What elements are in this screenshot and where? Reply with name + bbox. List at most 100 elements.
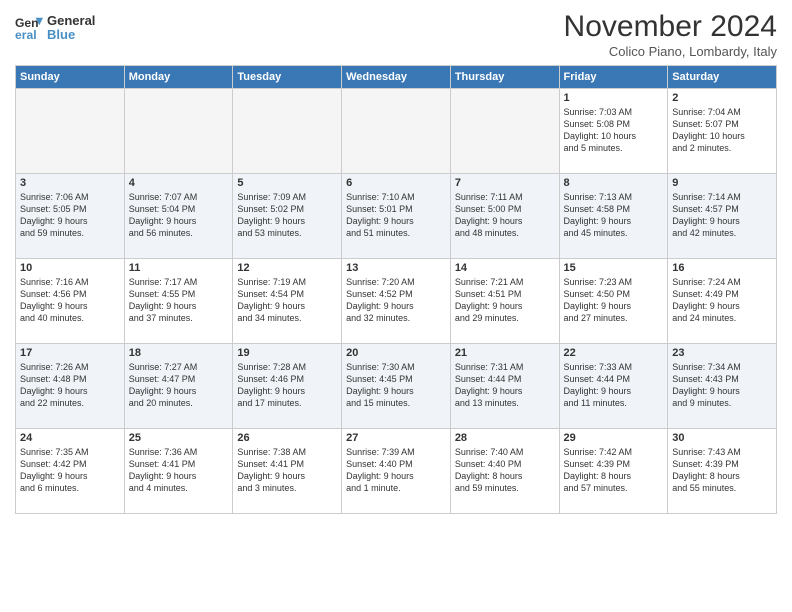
calendar-cell: 4 Sunrise: 7:07 AM Sunset: 5:04 PM Daylig…	[124, 174, 233, 259]
day-number: 20	[346, 347, 446, 359]
calendar-cell: 30 Sunrise: 7:43 AM Sunset: 4:39 PM Dayli…	[668, 429, 777, 514]
calendar-cell: 12 Sunrise: 7:19 AM Sunset: 4:54 PM Dayli…	[233, 259, 342, 344]
day-info: Sunrise: 7:07 AM Sunset: 5:04 PM Dayligh…	[129, 191, 229, 240]
calendar-table: SundayMondayTuesdayWednesdayThursdayFrid…	[15, 65, 777, 514]
day-info: Sunrise: 7:40 AM Sunset: 4:40 PM Dayligh…	[455, 446, 555, 495]
day-number: 7	[455, 177, 555, 189]
day-number: 18	[129, 347, 229, 359]
day-number: 12	[237, 262, 337, 274]
header-friday: Friday	[559, 66, 668, 89]
calendar-cell: 26 Sunrise: 7:38 AM Sunset: 4:41 PM Dayli…	[233, 429, 342, 514]
header-saturday: Saturday	[668, 66, 777, 89]
day-info: Sunrise: 7:30 AM Sunset: 4:45 PM Dayligh…	[346, 361, 446, 410]
day-info: Sunrise: 7:31 AM Sunset: 4:44 PM Dayligh…	[455, 361, 555, 410]
calendar-cell: 19 Sunrise: 7:28 AM Sunset: 4:46 PM Dayli…	[233, 344, 342, 429]
day-info: Sunrise: 7:43 AM Sunset: 4:39 PM Dayligh…	[672, 446, 772, 495]
calendar-cell: 9Sunrise: 7:14 AM Sunset: 4:57 PM Daylig…	[668, 174, 777, 259]
week-row-1: 3 Sunrise: 7:06 AM Sunset: 5:05 PM Daylig…	[16, 174, 777, 259]
calendar-cell: 2 Sunrise: 7:04 AM Sunset: 5:07 PM Daylig…	[668, 89, 777, 174]
day-info: Sunrise: 7:28 AM Sunset: 4:46 PM Dayligh…	[237, 361, 337, 410]
header-row-days: SundayMondayTuesdayWednesdayThursdayFrid…	[16, 66, 777, 89]
calendar-cell: 24Sunrise: 7:35 AM Sunset: 4:42 PM Dayli…	[16, 429, 125, 514]
day-number: 16	[672, 262, 772, 274]
calendar-cell: 21 Sunrise: 7:31 AM Sunset: 4:44 PM Dayli…	[450, 344, 559, 429]
week-row-4: 24Sunrise: 7:35 AM Sunset: 4:42 PM Dayli…	[16, 429, 777, 514]
calendar-cell: 20 Sunrise: 7:30 AM Sunset: 4:45 PM Dayli…	[342, 344, 451, 429]
calendar-cell: 3 Sunrise: 7:06 AM Sunset: 5:05 PM Daylig…	[16, 174, 125, 259]
day-info: Sunrise: 7:11 AM Sunset: 5:00 PM Dayligh…	[455, 191, 555, 240]
day-info: Sunrise: 7:20 AM Sunset: 4:52 PM Dayligh…	[346, 276, 446, 325]
day-info: Sunrise: 7:09 AM Sunset: 5:02 PM Dayligh…	[237, 191, 337, 240]
day-number: 14	[455, 262, 555, 274]
day-number: 27	[346, 432, 446, 444]
day-info: Sunrise: 7:39 AM Sunset: 4:40 PM Dayligh…	[346, 446, 446, 495]
week-row-2: 10 Sunrise: 7:16 AM Sunset: 4:56 PM Dayli…	[16, 259, 777, 344]
day-number: 5	[237, 177, 337, 189]
day-number: 6	[346, 177, 446, 189]
day-info: Sunrise: 7:16 AM Sunset: 4:56 PM Dayligh…	[20, 276, 120, 325]
day-info: Sunrise: 7:17 AM Sunset: 4:55 PM Dayligh…	[129, 276, 229, 325]
day-number: 19	[237, 347, 337, 359]
calendar-cell	[16, 89, 125, 174]
day-number: 8	[564, 177, 664, 189]
header-thursday: Thursday	[450, 66, 559, 89]
calendar-cell: 7 Sunrise: 7:11 AM Sunset: 5:00 PM Daylig…	[450, 174, 559, 259]
day-number: 17	[20, 347, 120, 359]
day-number: 15	[564, 262, 664, 274]
calendar-cell: 8 Sunrise: 7:13 AM Sunset: 4:58 PM Daylig…	[559, 174, 668, 259]
day-number: 4	[129, 177, 229, 189]
calendar-cell: 5 Sunrise: 7:09 AM Sunset: 5:02 PM Daylig…	[233, 174, 342, 259]
day-number: 2	[672, 92, 772, 104]
day-info: Sunrise: 7:13 AM Sunset: 4:58 PM Dayligh…	[564, 191, 664, 240]
day-number: 29	[564, 432, 664, 444]
day-info: Sunrise: 7:36 AM Sunset: 4:41 PM Dayligh…	[129, 446, 229, 495]
week-row-0: 1Sunrise: 7:03 AM Sunset: 5:08 PM Daylig…	[16, 89, 777, 174]
calendar-cell: 17 Sunrise: 7:26 AM Sunset: 4:48 PM Dayli…	[16, 344, 125, 429]
calendar-cell: 22 Sunrise: 7:33 AM Sunset: 4:44 PM Dayli…	[559, 344, 668, 429]
subtitle: Colico Piano, Lombardy, Italy	[564, 44, 777, 59]
calendar-cell: 11 Sunrise: 7:17 AM Sunset: 4:55 PM Dayli…	[124, 259, 233, 344]
day-info: Sunrise: 7:03 AM Sunset: 5:08 PM Dayligh…	[564, 106, 664, 155]
logo-text: General Blue	[47, 14, 95, 43]
day-number: 30	[672, 432, 772, 444]
day-number: 10	[20, 262, 120, 274]
day-number: 25	[129, 432, 229, 444]
day-info: Sunrise: 7:34 AM Sunset: 4:43 PM Dayligh…	[672, 361, 772, 410]
calendar-cell: 13 Sunrise: 7:20 AM Sunset: 4:52 PM Dayli…	[342, 259, 451, 344]
day-number: 21	[455, 347, 555, 359]
title-block: November 2024 Colico Piano, Lombardy, It…	[564, 10, 777, 59]
calendar-cell	[124, 89, 233, 174]
day-info: Sunrise: 7:38 AM Sunset: 4:41 PM Dayligh…	[237, 446, 337, 495]
day-info: Sunrise: 7:26 AM Sunset: 4:48 PM Dayligh…	[20, 361, 120, 410]
week-row-3: 17 Sunrise: 7:26 AM Sunset: 4:48 PM Dayli…	[16, 344, 777, 429]
day-info: Sunrise: 7:33 AM Sunset: 4:44 PM Dayligh…	[564, 361, 664, 410]
header-tuesday: Tuesday	[233, 66, 342, 89]
day-info: Sunrise: 7:04 AM Sunset: 5:07 PM Dayligh…	[672, 106, 772, 155]
calendar-cell: 10 Sunrise: 7:16 AM Sunset: 4:56 PM Dayli…	[16, 259, 125, 344]
header-monday: Monday	[124, 66, 233, 89]
calendar-cell: 16Sunrise: 7:24 AM Sunset: 4:49 PM Dayli…	[668, 259, 777, 344]
day-number: 11	[129, 262, 229, 274]
logo-icon: Gen eral	[15, 14, 43, 42]
day-info: Sunrise: 7:27 AM Sunset: 4:47 PM Dayligh…	[129, 361, 229, 410]
month-title: November 2024	[564, 10, 777, 44]
day-number: 22	[564, 347, 664, 359]
day-number: 24	[20, 432, 120, 444]
day-number: 3	[20, 177, 120, 189]
day-info: Sunrise: 7:19 AM Sunset: 4:54 PM Dayligh…	[237, 276, 337, 325]
calendar-cell: 15Sunrise: 7:23 AM Sunset: 4:50 PM Dayli…	[559, 259, 668, 344]
day-info: Sunrise: 7:10 AM Sunset: 5:01 PM Dayligh…	[346, 191, 446, 240]
day-number: 23	[672, 347, 772, 359]
header-row: Gen eral General Blue November 2024 Coli…	[15, 10, 777, 59]
logo: Gen eral General Blue	[15, 14, 95, 43]
header-wednesday: Wednesday	[342, 66, 451, 89]
day-info: Sunrise: 7:06 AM Sunset: 5:05 PM Dayligh…	[20, 191, 120, 240]
calendar-cell: 29Sunrise: 7:42 AM Sunset: 4:39 PM Dayli…	[559, 429, 668, 514]
day-number: 26	[237, 432, 337, 444]
day-number: 13	[346, 262, 446, 274]
day-number: 9	[672, 177, 772, 189]
calendar-cell: 27 Sunrise: 7:39 AM Sunset: 4:40 PM Dayli…	[342, 429, 451, 514]
svg-text:eral: eral	[15, 28, 37, 42]
calendar-cell: 6 Sunrise: 7:10 AM Sunset: 5:01 PM Daylig…	[342, 174, 451, 259]
header-sunday: Sunday	[16, 66, 125, 89]
